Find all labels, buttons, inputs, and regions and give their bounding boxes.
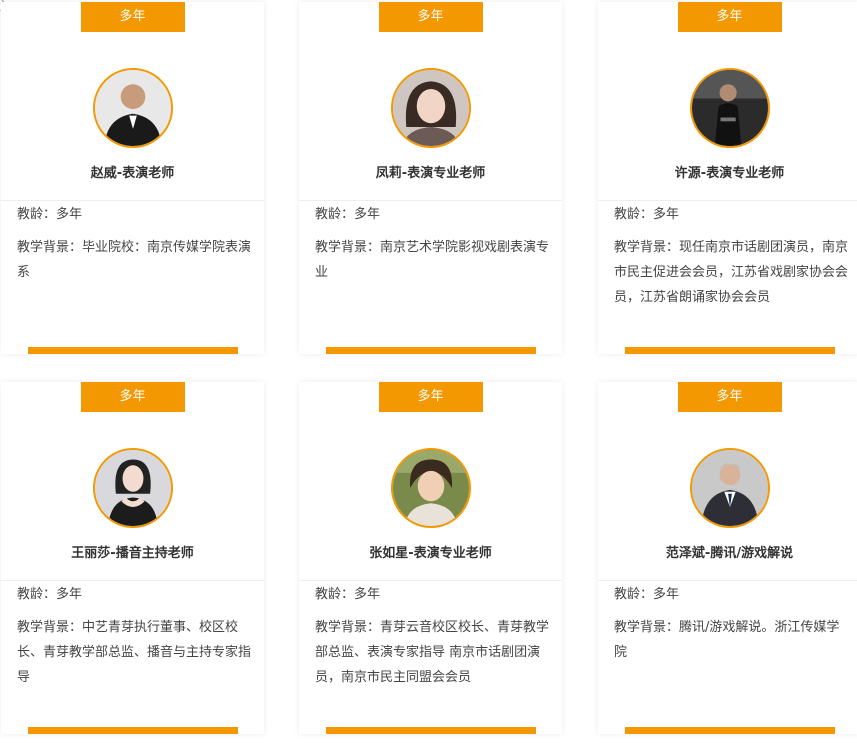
experience-badge: 多年 (80, 382, 185, 412)
teacher-card[interactable]: 多年 范泽斌-腾讯/游戏解说 教龄：多年 教学背景：腾讯/游戏解说。浙江传媒学院 (598, 382, 857, 734)
teacher-photo-icon (691, 450, 768, 526)
divider (598, 580, 857, 581)
teacher-card[interactable]: 多年 许源-表演专业老师 教龄：多年 教学背景：现任南京市话剧团演员，南京市民主… (598, 2, 857, 354)
teacher-photo-icon (94, 70, 171, 146)
teacher-avatar (92, 68, 173, 148)
teacher-name: 王丽莎-播音主持老师 (71, 546, 194, 561)
teacher-name: 张如星-表演专业老师 (369, 546, 492, 561)
divider (299, 580, 562, 581)
teacher-avatar (390, 68, 471, 148)
teaching-years: 教龄：多年 (17, 587, 83, 602)
teacher-card[interactable]: 多年 张如星-表演专业老师 教龄：多年 教学背景：青芽云音校区校长、青芽教学部总… (299, 382, 562, 734)
divider (1, 580, 264, 581)
teacher-card[interactable]: 多年 王丽莎-播音主持老师 教龄：多年 教学背景：中艺青芽执行董事、校区校长、青… (1, 382, 264, 734)
experience-badge: 多年 (677, 2, 782, 32)
card-bottom-bar (625, 727, 835, 734)
teaching-background: 教学背景：现任南京市话剧团演员，南京市民主促进会会员，江苏省戏剧家协会会员，江苏… (614, 240, 849, 305)
teaching-years: 教龄：多年 (614, 207, 680, 222)
teacher-card[interactable]: 多年 凤莉-表演专业老师 教龄：多年 教学背景：南京艺术学院影视戏剧表演专业 (299, 2, 562, 354)
teaching-background: 教学背景：青芽云音校区校长、青芽教学部总监、表演专家指导 南京市话剧团演员，南京… (315, 620, 550, 685)
card-bottom-bar (28, 347, 238, 354)
teaching-years: 教龄：多年 (17, 207, 83, 222)
teacher-card[interactable]: 多年 赵威-表演老师 教龄：多年 教学背景：毕业院校：南京传媒学院表演系 (1, 2, 264, 354)
card-bottom-bar (28, 727, 238, 734)
teacher-avatar (390, 448, 471, 528)
experience-badge: 多年 (677, 382, 782, 412)
teacher-photo-icon (94, 450, 171, 526)
teacher-name: 赵威-表演老师 (90, 166, 175, 181)
teaching-years: 教龄：多年 (315, 207, 381, 222)
card-bottom-bar (625, 347, 835, 354)
experience-badge: 多年 (378, 2, 483, 32)
card-bottom-bar (326, 347, 536, 354)
teacher-avatar (92, 448, 173, 528)
teacher-photo-icon (691, 70, 768, 146)
teaching-background: 教学背景：腾讯/游戏解说。浙江传媒学院 (614, 620, 840, 660)
teacher-avatar (689, 68, 770, 148)
divider (598, 200, 857, 201)
teaching-background: 教学背景：毕业院校：南京传媒学院表演系 (17, 240, 252, 280)
experience-badge: 多年 (80, 2, 185, 32)
teaching-background: 教学背景：中艺青芽执行董事、校区校长、青芽教学部总监、播音与主持专家指导 (17, 620, 252, 685)
teacher-name: 许源-表演专业老师 (674, 166, 785, 181)
divider (1, 200, 264, 201)
divider (299, 200, 562, 201)
teacher-photo-icon (392, 70, 469, 146)
teaching-years: 教龄：多年 (614, 587, 680, 602)
teaching-years: 教龄：多年 (315, 587, 381, 602)
card-bottom-bar (326, 727, 536, 734)
teacher-name: 范泽斌-腾讯/游戏解说 (665, 546, 794, 561)
teacher-photo-icon (392, 450, 469, 526)
teacher-avatar (689, 448, 770, 528)
teaching-background: 教学背景：南京艺术学院影视戏剧表演专业 (315, 240, 550, 280)
experience-badge: 多年 (378, 382, 483, 412)
teacher-name: 凤莉-表演专业老师 (375, 166, 486, 181)
